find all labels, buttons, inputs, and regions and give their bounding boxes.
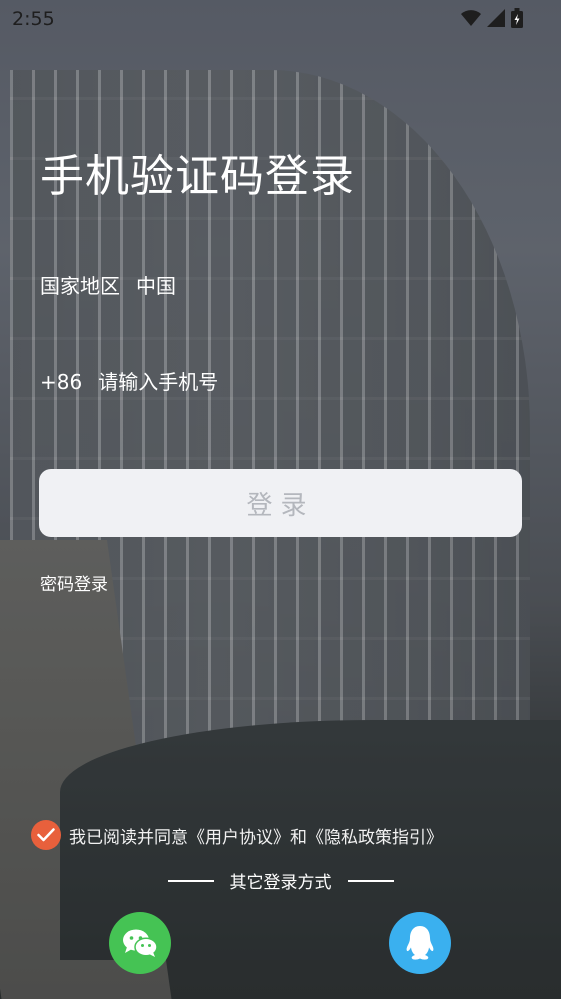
agreement-checkbox[interactable]	[31, 820, 61, 850]
agreement-text[interactable]: 我已阅读并同意《用户协议》和《隐私政策指引》	[69, 823, 443, 848]
check-icon	[37, 828, 55, 842]
phone-row: +86	[40, 370, 399, 394]
status-icons	[461, 8, 523, 28]
divider-line-right	[347, 879, 394, 882]
wechat-login-button[interactable]	[109, 912, 171, 974]
other-login-label: 其它登录方式	[229, 873, 332, 893]
region-label: 国家地区	[40, 274, 120, 298]
login-button[interactable]: 登录	[39, 469, 522, 537]
password-login-link[interactable]: 密码登录	[40, 570, 108, 595]
signal-icon	[487, 9, 505, 27]
region-value[interactable]: 中国	[136, 270, 176, 299]
agreement-row: 我已阅读并同意《用户协议》和《隐私政策指引》	[31, 820, 443, 850]
status-bar: 2:55	[0, 0, 561, 38]
page-title: 手机验证码登录	[40, 151, 355, 202]
battery-icon	[511, 8, 523, 28]
qq-login-button[interactable]	[389, 912, 451, 974]
other-login-divider: 其它登录方式	[0, 868, 561, 893]
wifi-icon	[461, 10, 481, 26]
phone-input[interactable]	[98, 370, 399, 394]
status-time: 2:55	[12, 8, 55, 30]
qq-icon	[406, 926, 434, 960]
region-selector[interactable]: 国家地区 中国	[40, 270, 176, 299]
country-code[interactable]: +86	[40, 370, 82, 394]
divider-line-left	[167, 879, 214, 882]
wechat-icon	[123, 929, 158, 957]
